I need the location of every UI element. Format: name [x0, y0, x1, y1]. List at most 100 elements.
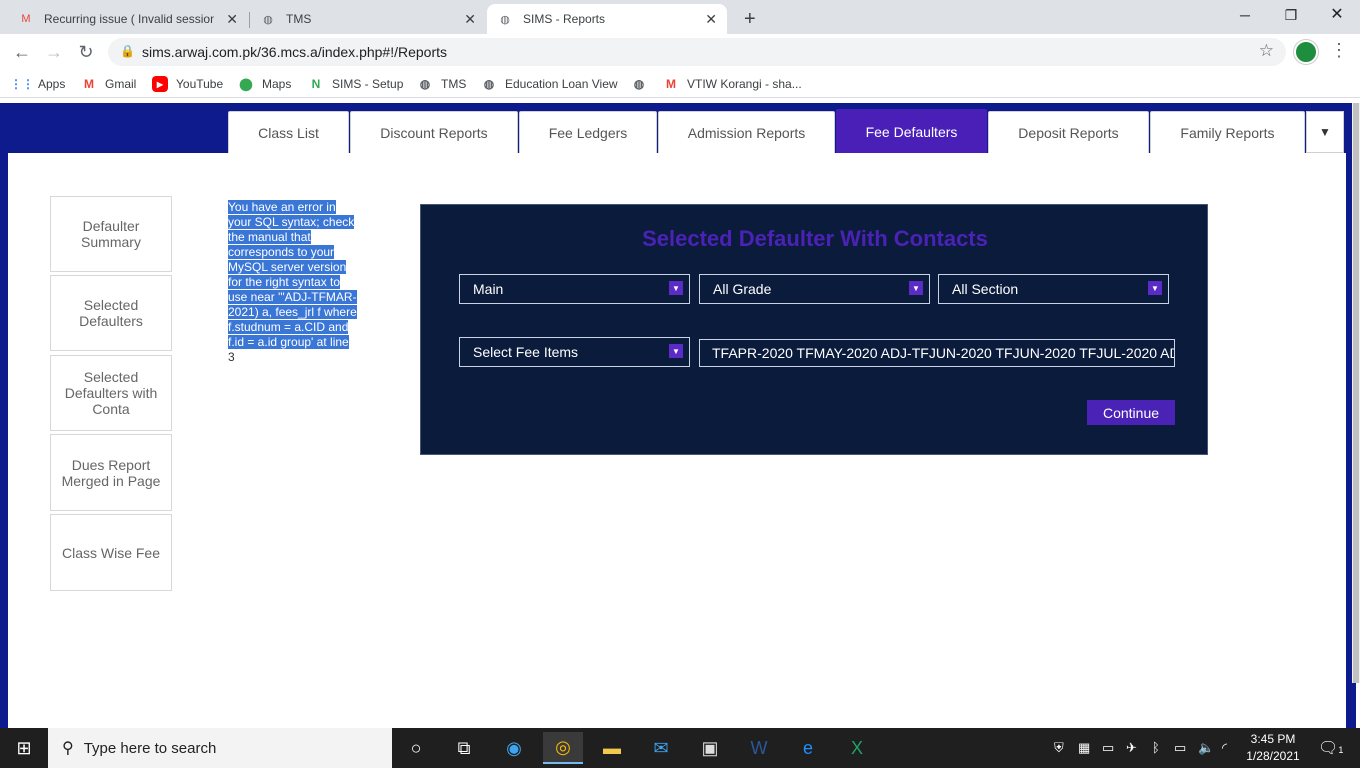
- taskbar-search-box[interactable]: ⚲ Type here to search: [48, 728, 392, 768]
- bookmark-vtiw[interactable]: M VTIW Korangi - sha...: [663, 76, 802, 92]
- tab-discount-reports[interactable]: Discount Reports: [350, 111, 518, 153]
- display-icon[interactable]: ▭: [1102, 740, 1114, 756]
- back-arrow-icon[interactable]: ←: [10, 40, 34, 64]
- selected-fee-items-field[interactable]: TFAPR-2020 TFMAY-2020 ADJ-TFJUN-2020 TFJ…: [699, 339, 1175, 367]
- address-bar[interactable]: 🔒 sims.arwaj.com.pk/36.mcs.a/index.php#!…: [108, 38, 1286, 66]
- tab-title: Recurring issue ( Invalid session ): [44, 12, 214, 26]
- fee-items-select-value: Select Fee Items: [473, 344, 579, 360]
- error-line: for the right syntax to: [228, 275, 341, 289]
- store-icon[interactable]: ▣: [690, 732, 730, 764]
- sidebar-item-selected-defaulters[interactable]: Selected Defaulters: [50, 275, 172, 351]
- word-icon[interactable]: W: [739, 732, 779, 764]
- globe-icon: ◍: [419, 77, 431, 91]
- section-select[interactable]: All Section ▼: [938, 274, 1169, 304]
- reload-icon[interactable]: ↻: [74, 40, 98, 64]
- sidebar-item-defaulter-summary[interactable]: Defaulter Summary: [50, 196, 172, 272]
- bookmark-sims-setup[interactable]: N SIMS - Setup: [308, 76, 404, 92]
- browser-tab-tms[interactable]: ◍ TMS ✕: [250, 4, 486, 34]
- tray-app-icon[interactable]: ▦: [1078, 740, 1090, 756]
- bookmark-label: YouTube: [176, 77, 224, 91]
- search-placeholder: Type here to search: [83, 739, 217, 757]
- close-tab-icon[interactable]: ✕: [226, 11, 238, 28]
- more-tabs-dropdown-icon[interactable]: ▼: [1306, 111, 1344, 153]
- network-off-icon[interactable]: ✈: [1126, 740, 1137, 756]
- grade-select[interactable]: All Grade ▼: [699, 274, 930, 304]
- bookmark-unnamed[interactable]: ◍: [631, 76, 655, 92]
- error-line: corresponds to your: [228, 245, 335, 259]
- fee-items-select[interactable]: Select Fee Items ▼: [459, 337, 690, 367]
- globe-icon: ◍: [263, 13, 273, 26]
- notification-center-icon[interactable]: 🗨1: [1318, 738, 1343, 758]
- close-tab-icon[interactable]: ✕: [705, 11, 717, 28]
- bookmarks-bar: ⋮⋮ Apps M Gmail ▶ YouTube ⬤ Maps N SIMS - Set…: [0, 70, 1360, 98]
- minimize-icon[interactable]: ─: [1222, 4, 1268, 26]
- globe-icon: ◍: [500, 13, 510, 26]
- tab-fee-ledgers[interactable]: Fee Ledgers: [519, 111, 657, 153]
- bookmark-gmail[interactable]: M Gmail: [81, 76, 136, 92]
- error-line: the manual that: [228, 230, 311, 244]
- close-tab-icon[interactable]: ✕: [464, 11, 476, 28]
- chrome-icon[interactable]: ◎: [543, 732, 583, 764]
- error-line: You have an error in: [228, 200, 336, 214]
- wifi-icon[interactable]: ◜: [1222, 740, 1227, 756]
- tab-family-reports[interactable]: Family Reports: [1150, 111, 1305, 153]
- file-explorer-icon[interactable]: ▬: [592, 732, 632, 764]
- globe-icon: ◍: [483, 77, 495, 91]
- bookmark-label: SIMS - Setup: [332, 77, 404, 91]
- bookmark-apps[interactable]: ⋮⋮ Apps: [10, 76, 65, 92]
- task-view-icon[interactable]: ⧉: [444, 732, 484, 764]
- windows-start-icon[interactable]: ⊞: [0, 728, 48, 768]
- tab-class-list[interactable]: Class List: [228, 111, 349, 153]
- campus-select[interactable]: Main ▼: [459, 274, 690, 304]
- new-tab-button[interactable]: +: [734, 4, 764, 34]
- sims-logo-icon: N: [311, 77, 321, 91]
- excel-icon[interactable]: X: [837, 732, 877, 764]
- edge-icon[interactable]: ◉: [494, 732, 534, 764]
- battery-icon[interactable]: ▭: [1174, 740, 1186, 756]
- sidebar-item-dues-report-merged[interactable]: Dues Report Merged in Page: [50, 434, 172, 511]
- restore-icon[interactable]: ❐: [1268, 4, 1314, 26]
- tab-deposit-reports[interactable]: Deposit Reports: [988, 111, 1149, 153]
- mail-icon[interactable]: ✉: [641, 732, 681, 764]
- browser-tab-strip: M Recurring issue ( Invalid session ) ✕ …: [0, 0, 1360, 34]
- browser-toolbar: ← → ↻ 🔒 sims.arwaj.com.pk/36.mcs.a/index…: [0, 34, 1360, 70]
- browser-tab-gmail[interactable]: M Recurring issue ( Invalid session ) ✕: [8, 4, 248, 34]
- apps-grid-icon: ⋮⋮: [10, 77, 34, 91]
- profile-avatar[interactable]: [1294, 40, 1318, 64]
- defender-icon[interactable]: ⛨: [1054, 740, 1064, 756]
- sidebar-item-selected-defaulters-contacts[interactable]: Selected Defaulters with Conta: [50, 355, 172, 431]
- clock-date: 1/28/2021: [1246, 749, 1300, 763]
- panel-title: Selected Defaulter With Contacts: [642, 226, 988, 251]
- internet-explorer-icon[interactable]: e: [788, 732, 828, 764]
- campus-select-value: Main: [473, 281, 504, 297]
- search-icon: ⚲: [62, 740, 74, 757]
- url-text: sims.arwaj.com.pk/36.mcs.a/index.php#!/R…: [142, 44, 448, 60]
- scrollbar-thumb[interactable]: [1353, 103, 1359, 683]
- tab-fee-defaulters[interactable]: Fee Defaulters: [836, 109, 987, 153]
- sql-error-message: You have an error in your SQL syntax; ch…: [228, 200, 368, 365]
- browser-menu-icon[interactable]: ⋮: [1330, 40, 1348, 61]
- forward-arrow-icon[interactable]: →: [42, 40, 66, 64]
- lock-icon: 🔒: [120, 44, 135, 58]
- windows-taskbar: ⊞ ⚲ Type here to search ○ ⧉ ◉ ◎ ▬ ✉ ▣ W …: [0, 728, 1360, 768]
- close-window-icon[interactable]: ✕: [1314, 4, 1360, 26]
- error-line: f.studnum = a.CID and: [228, 320, 349, 334]
- page-content: Class List Discount Reports Fee Ledgers …: [0, 98, 1360, 728]
- continue-button[interactable]: Continue: [1087, 400, 1175, 425]
- bookmark-tms[interactable]: ◍ TMS: [417, 76, 467, 92]
- error-line: MySQL server version: [228, 260, 347, 274]
- browser-tab-sims-reports[interactable]: ◍ SIMS - Reports ✕: [487, 4, 727, 34]
- notification-count: 1: [1338, 745, 1344, 755]
- bookmark-youtube[interactable]: ▶ YouTube: [152, 76, 223, 92]
- page-scrollbar[interactable]: [1352, 103, 1360, 683]
- cortana-icon[interactable]: ○: [396, 732, 436, 764]
- tab-admission-reports[interactable]: Admission Reports: [658, 111, 835, 153]
- taskbar-clock[interactable]: 3:45 PM 1/28/2021: [1240, 731, 1306, 765]
- bookmark-label: Education Loan View: [505, 77, 618, 91]
- bluetooth-icon[interactable]: ᛒ: [1152, 740, 1160, 755]
- bookmark-star-icon[interactable]: ☆: [1259, 41, 1274, 61]
- sidebar-item-class-wise-fee[interactable]: Class Wise Fee: [50, 514, 172, 591]
- bookmark-maps[interactable]: ⬤ Maps: [238, 76, 291, 92]
- volume-icon[interactable]: 🔈: [1198, 740, 1214, 756]
- bookmark-education-loan[interactable]: ◍ Education Loan View: [481, 76, 618, 92]
